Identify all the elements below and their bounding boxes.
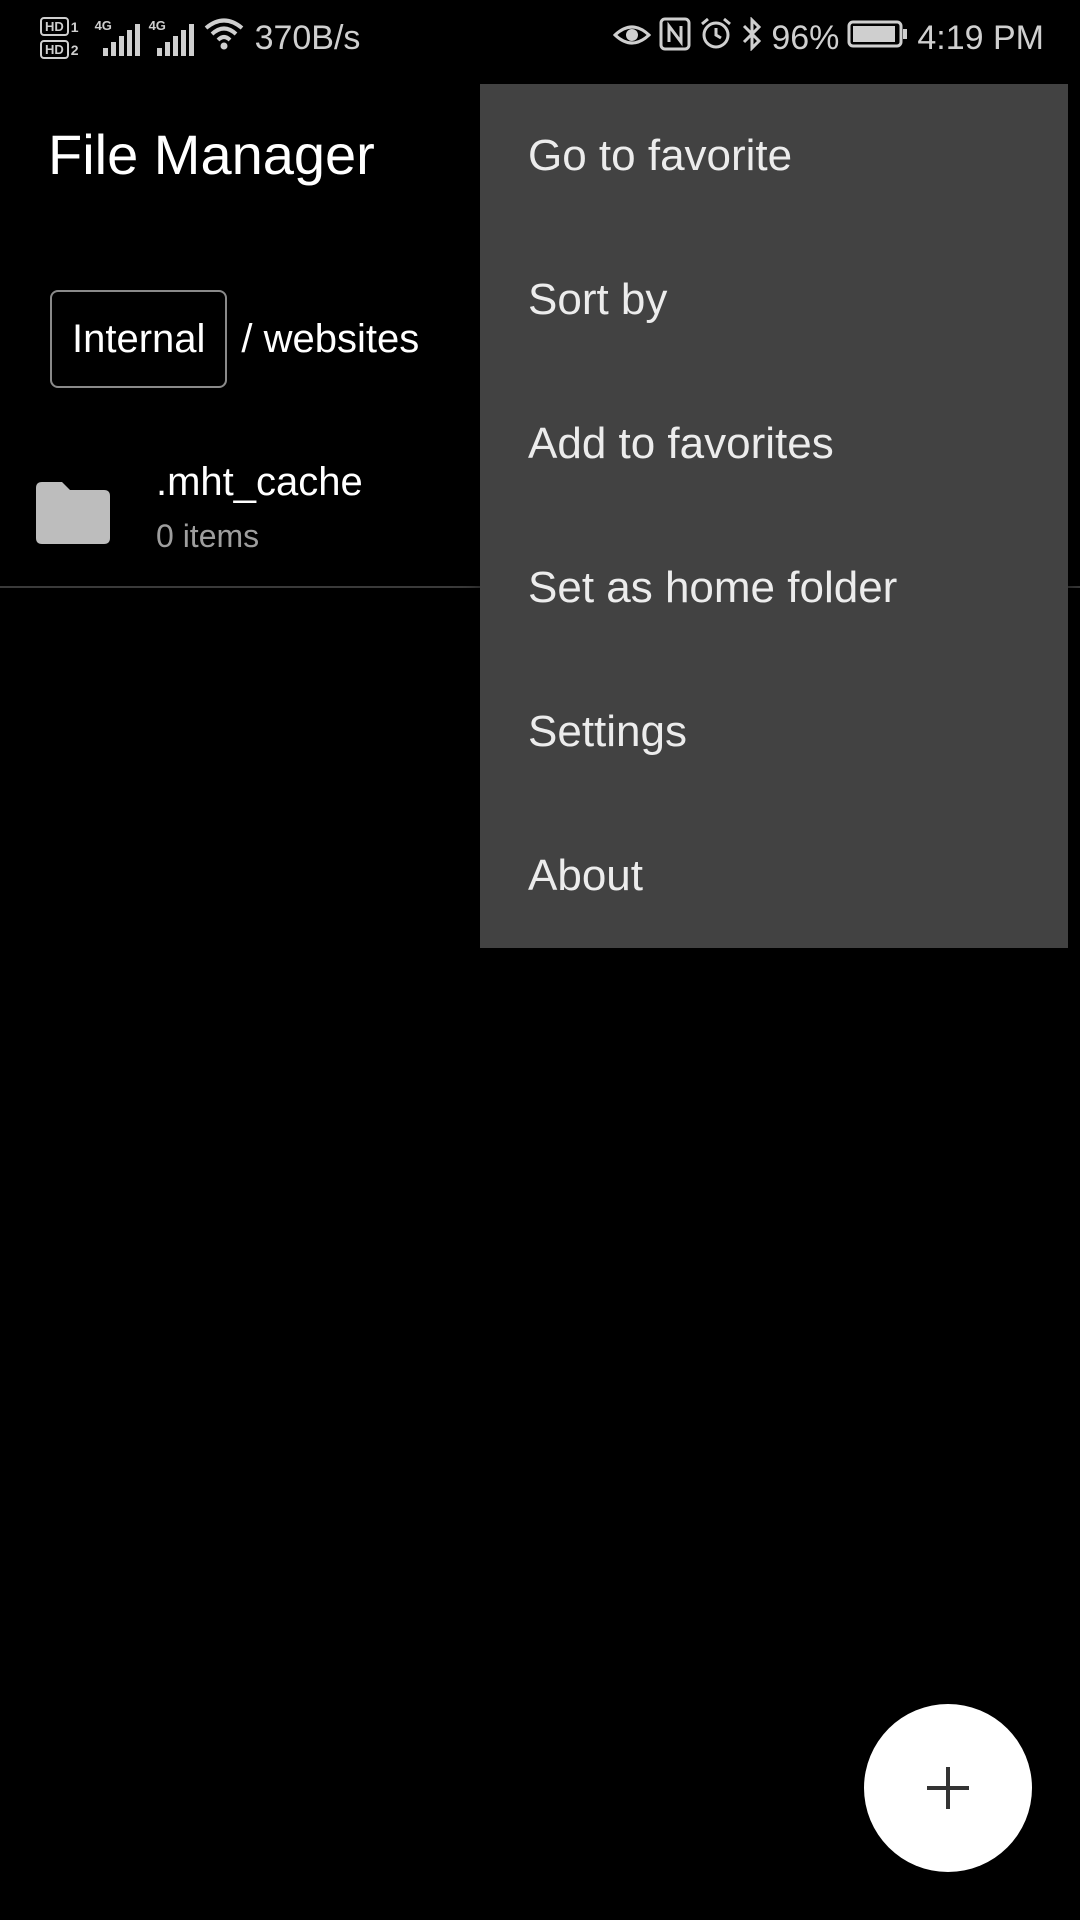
hd-badge-sim2: HD 2 bbox=[40, 40, 79, 59]
battery-icon bbox=[847, 19, 909, 58]
battery-percent: 96% bbox=[771, 18, 840, 57]
add-button[interactable] bbox=[864, 1704, 1032, 1872]
plus-icon bbox=[925, 1765, 971, 1811]
overflow-menu: Go to favorite Sort by Add to favorites … bbox=[480, 84, 1068, 948]
menu-item-settings[interactable]: Settings bbox=[480, 660, 1068, 804]
menu-item-add-to-favorites[interactable]: Add to favorites bbox=[480, 372, 1068, 516]
file-name: .mht_cache bbox=[156, 460, 363, 504]
alarm-icon bbox=[699, 17, 733, 60]
page-title: File Manager bbox=[48, 123, 375, 186]
folder-icon bbox=[32, 480, 112, 546]
menu-item-go-to-favorite[interactable]: Go to favorite bbox=[480, 84, 1068, 228]
status-left: HD 1 HD 2 4G 4G 370B/s bbox=[40, 8, 360, 68]
hd-badge-sim1: HD 1 bbox=[40, 17, 79, 36]
status-bar: HD 1 HD 2 4G 4G 370B/s 96% 4:19 PM bbox=[0, 0, 1080, 76]
breadcrumb: Internal / websites bbox=[50, 290, 419, 388]
menu-item-sort-by[interactable]: Sort by bbox=[480, 228, 1068, 372]
nfc-icon bbox=[659, 17, 691, 60]
hd-badge-sim: 2 bbox=[70, 41, 79, 58]
hd-badges: HD 1 HD 2 bbox=[40, 17, 79, 59]
hd-badge-label: HD bbox=[40, 40, 69, 59]
bluetooth-icon bbox=[741, 15, 763, 60]
file-item-count: 0 items bbox=[156, 518, 260, 554]
clock: 4:19 PM bbox=[917, 18, 1044, 57]
breadcrumb-root-button[interactable]: Internal bbox=[50, 290, 228, 388]
network-speed: 370B/s bbox=[254, 18, 361, 57]
status-right: 96% 4:19 PM bbox=[613, 8, 1044, 68]
eye-comfort-icon bbox=[613, 19, 652, 58]
hd-badge-sim: 1 bbox=[70, 18, 79, 35]
menu-item-set-as-home-folder[interactable]: Set as home folder bbox=[480, 516, 1068, 660]
breadcrumb-path[interactable]: / websites bbox=[241, 317, 419, 362]
menu-item-about[interactable]: About bbox=[480, 804, 1068, 948]
hd-badge-label: HD bbox=[40, 17, 69, 36]
signal-bars-icon: 4G bbox=[95, 18, 140, 58]
wifi-icon bbox=[203, 17, 245, 60]
signal-bars-icon: 4G bbox=[149, 18, 194, 58]
